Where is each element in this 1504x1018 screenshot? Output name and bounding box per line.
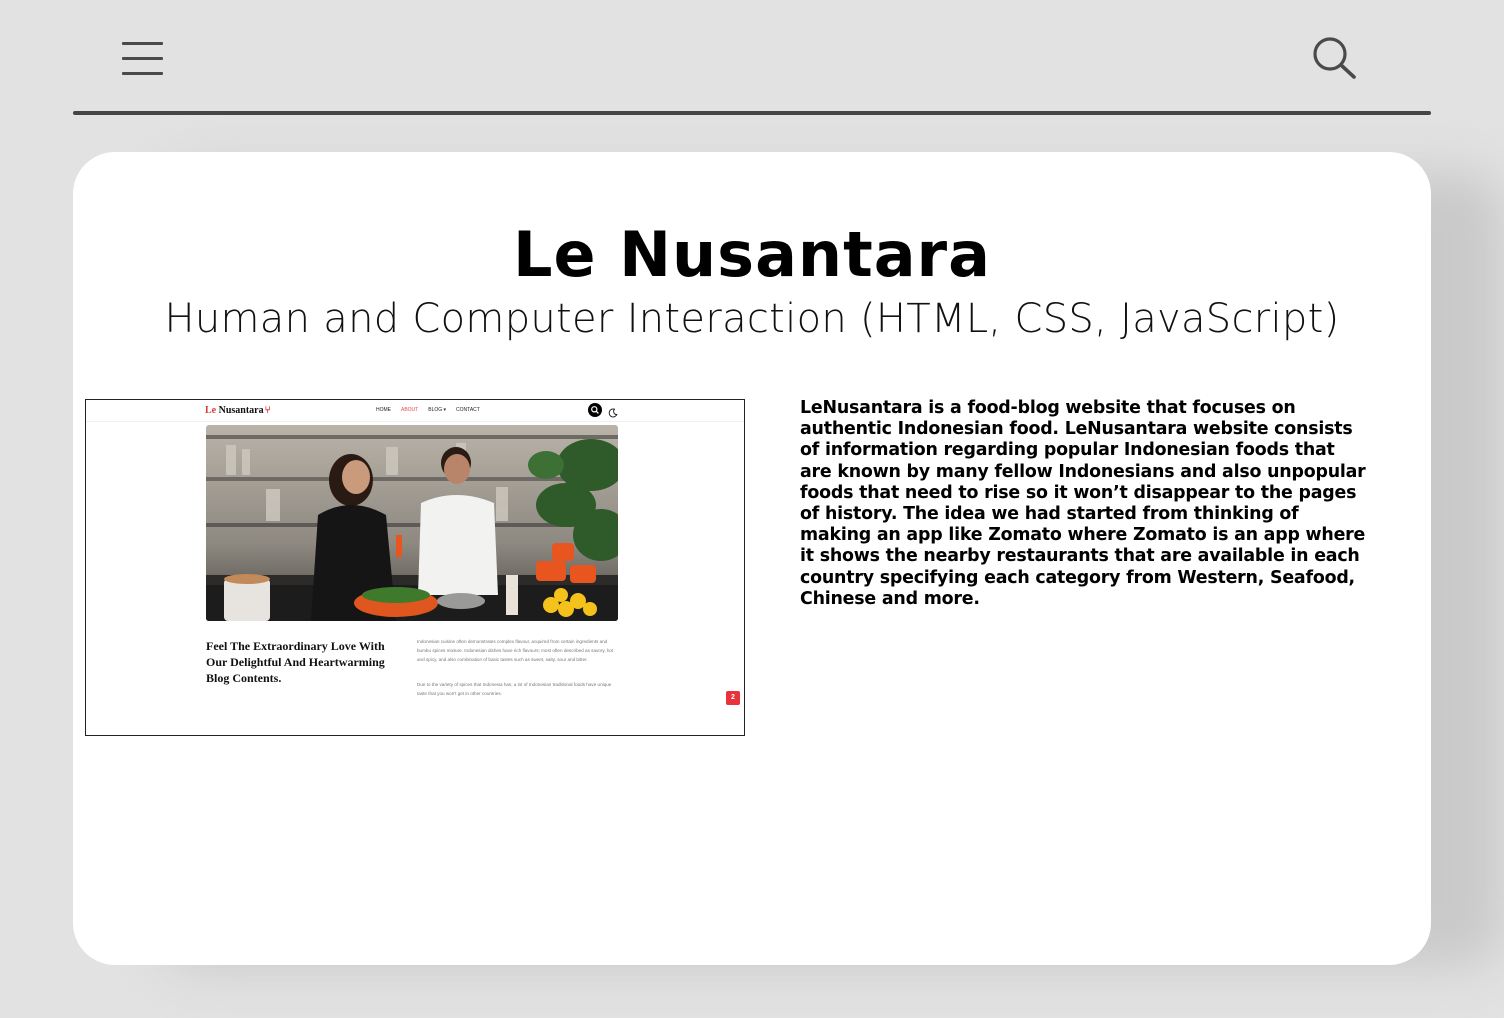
menu-bar-line [122, 42, 163, 45]
search-icon [1313, 37, 1356, 79]
preview-scroll-badge[interactable]: 2 [726, 691, 740, 705]
header-divider [73, 111, 1431, 115]
preview-logo: Le Nusantara⑂ [205, 405, 271, 416]
menu-bar-line [122, 72, 163, 75]
project-subtitle: Human and Computer Interaction (HTML, CS… [164, 296, 1340, 342]
preview-navbar: Le Nusantara⑂ HOME ABOUT BLOG ▾ CONTACT [86, 400, 744, 422]
website-preview[interactable]: Le Nusantara⑂ HOME ABOUT BLOG ▾ CONTACT [85, 399, 745, 736]
fork-knife-icon: ⑂ [264, 405, 271, 416]
preview-nav-blog[interactable]: BLOG ▾ [428, 407, 446, 413]
search-button[interactable] [1310, 34, 1358, 80]
preview-search-icon[interactable] [588, 403, 602, 417]
preview-hero-image [206, 425, 618, 621]
project-title: Le Nusantara [513, 218, 991, 291]
project-description: LeNusantara is a food-blog website that … [800, 398, 1366, 609]
preview-paragraph-1: Indonesian cuisine often demonstrates co… [417, 639, 614, 662]
preview-paragraph-2: Due to the variety of spices that Indone… [417, 682, 612, 696]
preview-logo-le: Le [205, 405, 217, 416]
preview-moon-icon[interactable] [608, 405, 618, 418]
preview-heading: Feel The Extraordinary Love With Our Del… [206, 639, 385, 685]
preview-nav-about[interactable]: ABOUT [401, 407, 418, 413]
preview-nav-contact[interactable]: CONTACT [456, 407, 480, 413]
menu-button[interactable] [120, 38, 166, 78]
preview-nav-home[interactable]: HOME [376, 407, 391, 413]
preview-nav-links: HOME ABOUT BLOG ▾ CONTACT [376, 407, 480, 413]
preview-logo-text: Nusantara [216, 405, 264, 416]
menu-bar-line [122, 57, 163, 60]
